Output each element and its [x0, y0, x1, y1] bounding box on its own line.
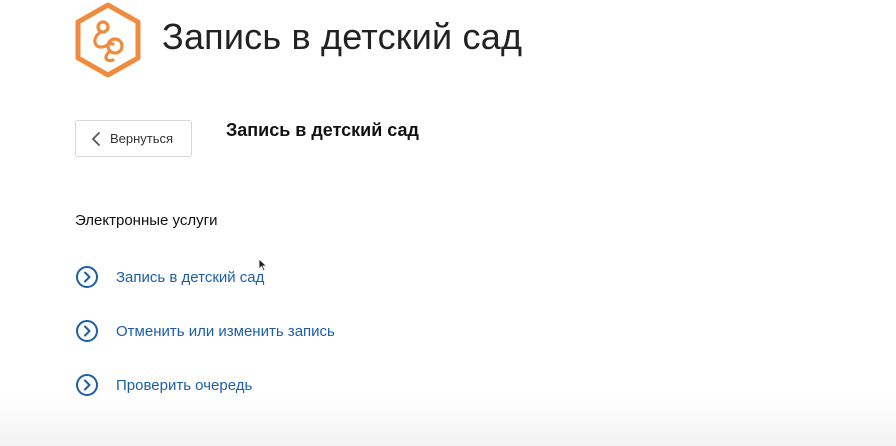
services-heading: Электронные услуги	[75, 212, 218, 229]
service-list: Запись в детский сад Отменить или измени…	[75, 262, 335, 424]
arrow-circle-right-icon	[75, 265, 99, 289]
service-link-enroll[interactable]: Запись в детский сад	[75, 262, 335, 292]
service-link-check-queue[interactable]: Проверить очередь	[75, 370, 335, 400]
service-link-label: Запись в детский сад	[116, 268, 265, 286]
pacifier-hexagon-icon	[73, 2, 143, 78]
back-button-label: Вернуться	[110, 131, 174, 146]
arrow-circle-right-icon	[75, 319, 99, 343]
back-button[interactable]: Вернуться	[75, 120, 192, 157]
app-title: Запись в детский сад	[162, 16, 523, 57]
section-title: Запись в детский сад	[226, 120, 419, 140]
service-link-label: Проверить очередь	[116, 376, 253, 394]
service-link-cancel-or-change[interactable]: Отменить или изменить запись	[75, 316, 335, 346]
arrow-circle-right-icon	[75, 373, 99, 397]
chevron-left-icon	[90, 131, 102, 146]
mouse-cursor-icon	[258, 258, 268, 272]
page: Запись в детский сад Вернуться Запись в …	[0, 0, 896, 446]
service-link-label: Отменить или изменить запись	[116, 322, 335, 340]
